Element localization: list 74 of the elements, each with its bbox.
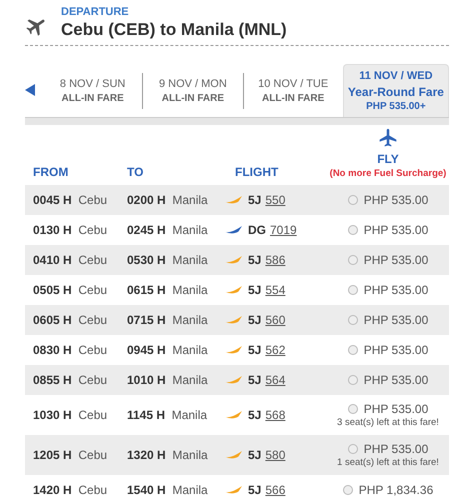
arrival-time: 0945 H Manila xyxy=(127,343,208,357)
fare-radio[interactable] xyxy=(348,345,358,355)
arrival-time: 1540 H Manila xyxy=(127,483,208,497)
surcharge-note: (No more Fuel Surcharge) xyxy=(330,168,446,179)
fare-price: PHP 535.00 xyxy=(364,253,428,267)
fare-price: PHP 535.00 xyxy=(364,193,428,207)
fare-price: PHP 535.00 xyxy=(364,373,428,387)
fare-radio[interactable] xyxy=(348,255,358,265)
flight-number-link[interactable]: 566 xyxy=(265,483,286,497)
column-header: FLY xyxy=(377,152,399,166)
fare-price: PHP 535.00 xyxy=(364,283,428,297)
fare-radio[interactable] xyxy=(348,404,358,414)
fare-radio[interactable] xyxy=(348,195,358,205)
carrier-code: 5J xyxy=(248,448,262,462)
date-tab[interactable]: 8 NOV / SUN ALL-IN FARE xyxy=(43,73,142,109)
date-tab[interactable]: 9 NOV / MON ALL-IN FARE xyxy=(142,73,243,109)
seats-left-note: 1 seat(s) left at this fare! xyxy=(337,457,439,468)
airplane-icon xyxy=(378,128,398,148)
column-header: FLIGHT xyxy=(235,165,278,179)
carrier-code: DG xyxy=(248,223,266,237)
carrier-code: 5J xyxy=(248,373,262,387)
arrival-time: 0530 H Manila xyxy=(127,253,208,267)
flight-number-link[interactable]: 564 xyxy=(265,373,286,387)
flight-number-link[interactable]: 550 xyxy=(265,193,286,207)
fare-price: PHP 535.00 xyxy=(364,223,428,237)
carrier-code: 5J xyxy=(248,193,262,207)
arrival-time: 0245 H Manila xyxy=(127,223,208,237)
departure-time: 0505 H Cebu xyxy=(33,283,108,297)
fare-price: PHP 1,834.36 xyxy=(358,483,434,497)
departure-time: 1205 H Cebu xyxy=(33,448,108,462)
departure-time: 0130 H Cebu xyxy=(33,223,108,237)
route-title: Cebu (CEB) to Manila (MNL) xyxy=(61,20,287,40)
fare-radio[interactable] xyxy=(348,315,358,325)
flight-number-link[interactable]: 580 xyxy=(265,448,286,462)
carrier-code: 5J xyxy=(248,483,262,497)
fare-radio[interactable] xyxy=(342,485,353,495)
arrival-time: 0615 H Manila xyxy=(127,283,208,297)
carrier-code: 5J xyxy=(248,313,262,327)
arrival-time: 0200 H Manila xyxy=(127,193,208,207)
fare-price: PHP 535.00 xyxy=(364,343,428,357)
carrier-code: 5J xyxy=(248,283,262,297)
arrival-time: 1320 H Manila xyxy=(127,448,208,462)
flight-number-link[interactable]: 586 xyxy=(265,253,286,267)
fare-price: PHP 535.00 xyxy=(364,402,428,416)
flight-number-link[interactable]: 554 xyxy=(265,283,286,297)
flight-number-link[interactable]: 568 xyxy=(265,408,286,422)
fare-price: PHP 535.00 xyxy=(364,442,428,456)
previous-arrow[interactable] xyxy=(25,84,35,96)
carrier-code: 5J xyxy=(248,253,262,267)
flight-number-link[interactable]: 560 xyxy=(265,313,286,327)
column-header: TO xyxy=(127,165,144,179)
fare-price: PHP 535.00 xyxy=(364,313,428,327)
departure-time: 0410 H Cebu xyxy=(33,253,108,267)
section-label: DEPARTURE xyxy=(61,6,130,18)
arrival-time: 1145 H Manila xyxy=(127,408,208,422)
departure-time: 0045 H Cebu xyxy=(33,193,108,207)
departure-time: 0605 H Cebu xyxy=(33,313,108,327)
column-header: FROM xyxy=(33,165,68,179)
seats-left-note: 3 seat(s) left at this fare! xyxy=(337,417,439,428)
flight-number-link[interactable]: 562 xyxy=(265,343,286,357)
departure-time: 0830 H Cebu xyxy=(33,343,108,357)
arrival-time: 1010 H Manila xyxy=(127,373,208,387)
departure-time: 0855 H Cebu xyxy=(33,373,108,387)
fare-radio[interactable] xyxy=(348,375,358,385)
departure-time: 1030 H Cebu xyxy=(33,408,108,422)
fare-radio[interactable] xyxy=(348,444,358,454)
departure-time: 1420 H Cebu xyxy=(33,483,108,497)
carrier-code: 5J xyxy=(248,343,262,357)
date-tab[interactable]: 11 NOV / WED Year-Round Fare PHP 535.00+ xyxy=(342,64,450,117)
arrival-time: 0715 H Manila xyxy=(127,313,208,327)
fare-radio[interactable] xyxy=(348,285,358,295)
flight-number-link[interactable]: 7019 xyxy=(270,223,297,237)
carrier-code: 5J xyxy=(248,408,262,422)
fare-radio[interactable] xyxy=(348,225,358,235)
